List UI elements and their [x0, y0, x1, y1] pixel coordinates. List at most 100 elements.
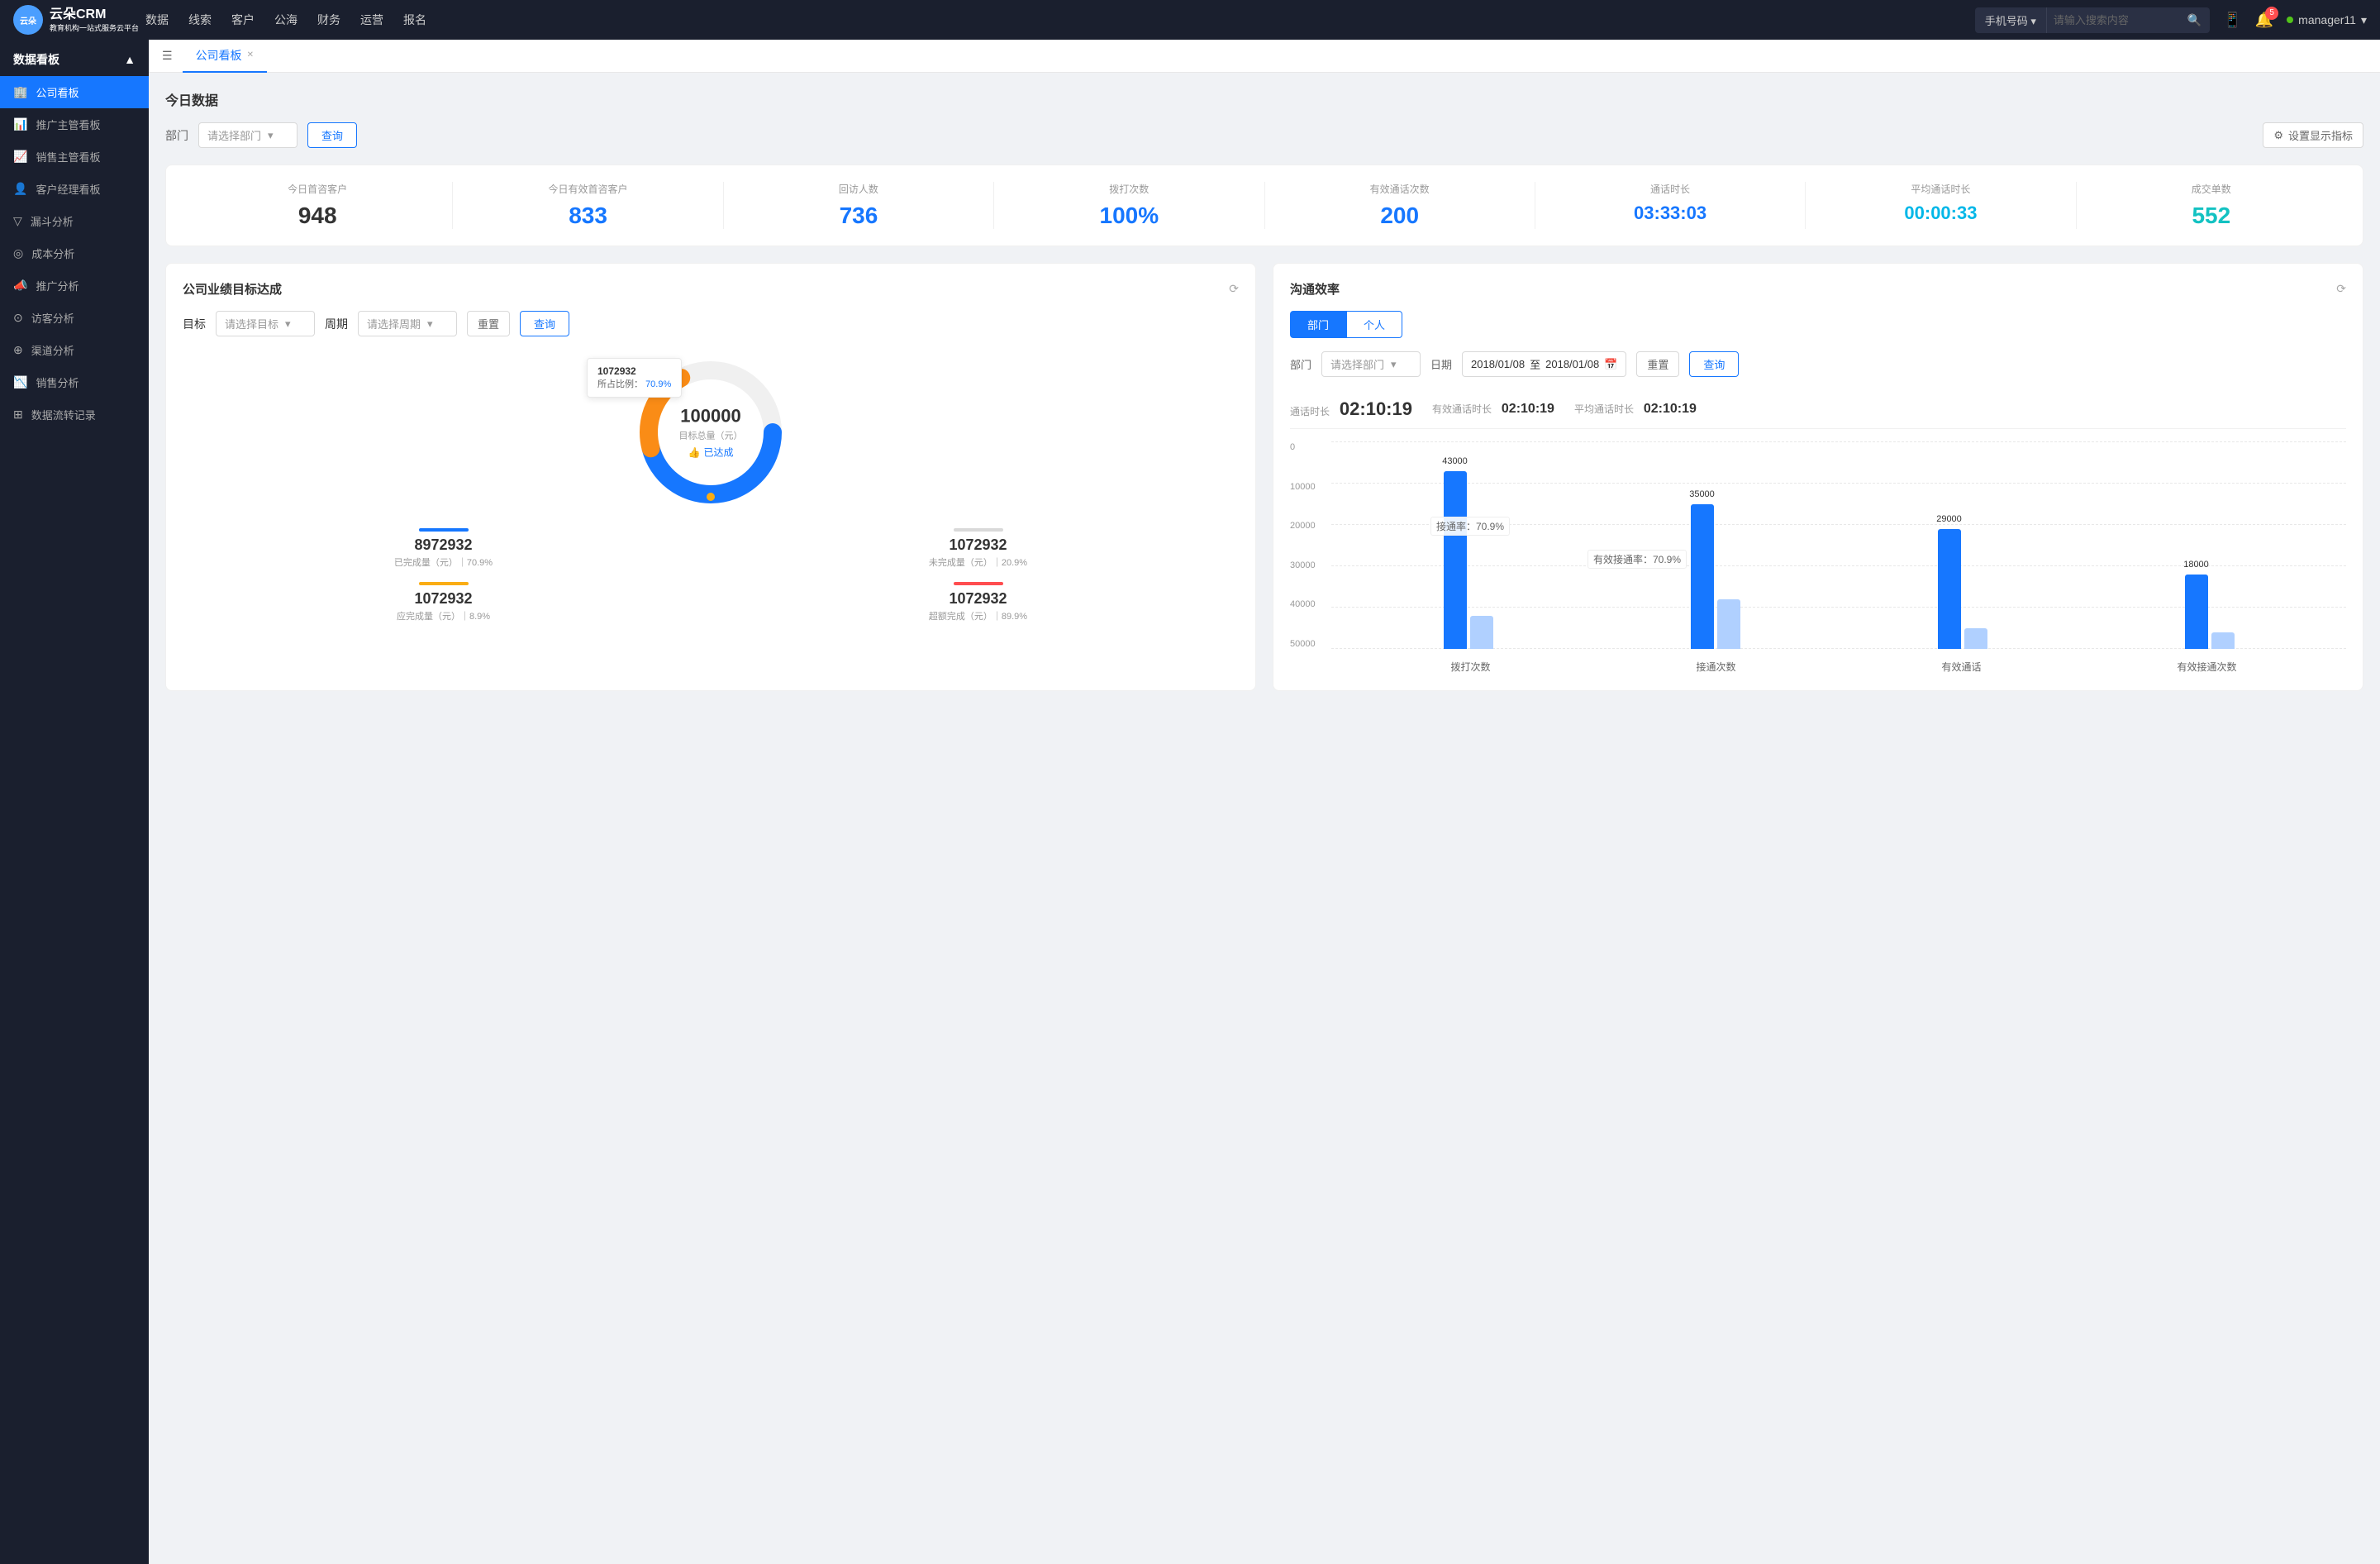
x-axis-labels: 拨打次数 接通次数 有效通话 有效接通次数	[1331, 660, 2346, 674]
eff-dept-select[interactable]: 请选择部门 ▾	[1321, 351, 1421, 377]
top-nav: 云朵 云朵CRM 教育机构一站式服务云平台 数据 线索 客户 公海 财务 运营 …	[0, 0, 2380, 40]
bar-chart: 50000 40000 30000 20000 10000 0	[1290, 442, 2346, 674]
bar-dial-sub	[1470, 616, 1493, 649]
nav-leads[interactable]: 线索	[188, 8, 212, 31]
stat-should-complete: 1072932 应完成量（元）｜8.9%	[183, 582, 704, 622]
nav-data[interactable]: 数据	[145, 8, 169, 31]
bottom-panels: 公司业绩目标达成 ⟳ 目标 请选择目标 ▾ 周期 请选择周期 ▾	[165, 263, 2363, 691]
bar-eff-connected-sub	[2211, 632, 2235, 649]
stat-incomplete: 1072932 未完成量（元）｜20.9%	[717, 528, 1239, 569]
logo-text: 云朵CRM 教育机构一站式服务云平台	[50, 7, 139, 33]
nav-signup[interactable]: 报名	[403, 8, 426, 31]
sidebar-item-promo-analysis[interactable]: 📣 推广分析	[0, 269, 149, 302]
annotation-connection-rate: 接通率：70.9%	[1430, 517, 1510, 536]
sidebar-item-data-flow[interactable]: ⊞ 数据流转记录	[0, 398, 149, 431]
target-reset-button[interactable]: 重置	[467, 311, 510, 336]
manager-board-icon: 👤	[13, 182, 27, 196]
layout: 数据看板 ▲ 🏢 公司看板 📊 推广主管看板 📈 销售主管看板 👤 客户经理看板…	[0, 40, 2380, 1564]
nav-ops[interactable]: 运营	[360, 8, 383, 31]
sidebar-item-visitor[interactable]: ⊙ 访客分析	[0, 302, 149, 334]
target-stats-grid: 8972932 已完成量（元）｜70.9% 1072932 未完成量（元）｜20…	[183, 528, 1239, 622]
nav-icons: 手机号码 ▾ 🔍 📱 🔔 5 manager11 ▾	[1975, 7, 2367, 33]
efficiency-panel-header: 沟通效率 ⟳	[1290, 280, 2346, 298]
device-icon[interactable]: 📱	[2223, 12, 2241, 29]
bar-dial-main: 43000	[1444, 471, 1467, 649]
sidebar-item-funnel[interactable]: ▽ 漏斗分析	[0, 205, 149, 237]
avg-call-stat: 平均通话时长 02:10:19	[1574, 402, 1697, 417]
cost-icon: ◎	[13, 246, 23, 260]
sidebar-item-company-board[interactable]: 🏢 公司看板	[0, 76, 149, 108]
tab-company-board[interactable]: 公司看板 ✕	[183, 40, 267, 73]
donut-chart-area: 1072932 所占比例： 70.9%	[183, 350, 1239, 515]
sidebar-item-sales-analysis[interactable]: 📉 销售分析	[0, 366, 149, 398]
stat-revisit: 回访人数 736	[724, 182, 994, 229]
dept-select[interactable]: 请选择部门 ▾	[198, 122, 298, 148]
bar-connected-sub	[1717, 599, 1740, 649]
nav-customer[interactable]: 客户	[231, 8, 255, 31]
user-info[interactable]: manager11 ▾	[2287, 13, 2367, 27]
target-panel-header: 公司业绩目标达成 ⟳	[183, 280, 1239, 298]
donut-achieved: 👍 已达成	[679, 446, 743, 460]
stat-effective-consult: 今日有效首咨客户 833	[453, 182, 723, 229]
target-filter: 目标 请选择目标 ▾ 周期 请选择周期 ▾ 重置 查询	[183, 311, 1239, 336]
date-range-input[interactable]: 2018/01/08 至 2018/01/08 📅	[1462, 351, 1626, 377]
stat-completed: 8972932 已完成量（元）｜70.9%	[183, 528, 704, 569]
bar-wrapper-effective: 29000	[1842, 442, 2082, 649]
search-button[interactable]: 🔍	[2179, 8, 2210, 32]
bar-wrapper-eff-connected: 18000	[2089, 442, 2330, 649]
sidebar-section-header[interactable]: 数据看板 ▲	[0, 40, 149, 76]
chart-content: 43000	[1331, 442, 2346, 674]
stats-row: 今日首咨客户 948 今日有效首咨客户 833 回访人数 736 拨打次数 10…	[165, 165, 2363, 246]
donut-tooltip: 1072932 所占比例： 70.9%	[587, 358, 682, 398]
nav-items: 数据 线索 客户 公海 财务 运营 报名	[145, 8, 1975, 31]
tab-dept[interactable]: 部门	[1290, 311, 1346, 338]
bar-wrapper-dial: 43000	[1348, 442, 1588, 649]
notification-icon[interactable]: 🔔 5	[2255, 12, 2273, 29]
sidebar: 数据看板 ▲ 🏢 公司看板 📊 推广主管看板 📈 销售主管看板 👤 客户经理看板…	[0, 40, 149, 1564]
search-input[interactable]	[2047, 9, 2179, 31]
search-type-selector[interactable]: 手机号码 ▾	[1975, 7, 2047, 33]
target-panel: 公司业绩目标达成 ⟳ 目标 请选择目标 ▾ 周期 请选择周期 ▾	[165, 263, 1256, 691]
annotation-eff-connection-rate: 有效接通率：70.9%	[1587, 550, 1687, 569]
stat-effective-calls: 有效通话次数 200	[1265, 182, 1535, 229]
today-query-button[interactable]: 查询	[307, 122, 357, 148]
target-query-button[interactable]: 查询	[520, 311, 569, 336]
data-flow-icon: ⊞	[13, 408, 23, 422]
should-complete-bar	[419, 582, 469, 585]
bar-group-dial: 43000	[1348, 442, 1588, 649]
efficiency-filter: 部门 请选择部门 ▾ 日期 2018/01/08 至 2018/01/08 📅	[1290, 351, 2346, 377]
sidebar-item-promo-board[interactable]: 📊 推广主管看板	[0, 108, 149, 141]
today-section-title: 今日数据	[165, 89, 2363, 109]
nav-public[interactable]: 公海	[274, 8, 298, 31]
settings-button[interactable]: ⚙ 设置显示指标	[2263, 122, 2363, 148]
sidebar-item-cost[interactable]: ◎ 成本分析	[0, 237, 149, 269]
sidebar-item-sales-board[interactable]: 📈 销售主管看板	[0, 141, 149, 173]
target-select[interactable]: 请选择目标 ▾	[216, 311, 315, 336]
company-board-icon: 🏢	[13, 85, 27, 99]
stat-dial-count: 拨打次数 100%	[994, 182, 1264, 229]
efficiency-refresh-icon[interactable]: ⟳	[2336, 282, 2346, 296]
call-stats: 通话时长 02:10:19 有效通话时长 02:10:19 平均通话时长 02:…	[1290, 390, 2346, 429]
stat-over-complete: 1072932 超额完成（元）｜89.9%	[717, 582, 1239, 622]
sidebar-item-manager-board[interactable]: 👤 客户经理看板	[0, 173, 149, 205]
channel-icon: ⊕	[13, 343, 23, 357]
tab-individual[interactable]: 个人	[1346, 311, 1402, 338]
sales-board-icon: 📈	[13, 150, 27, 164]
efficiency-tabs: 部门 个人	[1290, 311, 2346, 338]
tab-close-icon[interactable]: ✕	[247, 50, 254, 60]
y-axis-labels: 50000 40000 30000 20000 10000 0	[1290, 442, 1327, 649]
stat-avg-duration: 平均通话时长 00:00:33	[1806, 182, 2076, 229]
eff-reset-button[interactable]: 重置	[1636, 351, 1679, 377]
donut-center: 100000 目标总量（元） 👍 已达成	[679, 406, 743, 460]
stat-call-duration: 通话时长 03:33:03	[1535, 182, 1806, 229]
hamburger-menu[interactable]: ☰	[162, 49, 173, 63]
nav-finance[interactable]: 财务	[317, 8, 340, 31]
logo: 云朵 云朵CRM 教育机构一站式服务云平台	[13, 5, 145, 35]
sidebar-item-channel[interactable]: ⊕ 渠道分析	[0, 334, 149, 366]
stat-deals: 成交单数 552	[2077, 182, 2346, 229]
search-bar: 手机号码 ▾ 🔍	[1975, 7, 2211, 33]
period-select[interactable]: 请选择周期 ▾	[358, 311, 457, 336]
calendar-icon: 📅	[1604, 358, 1617, 371]
eff-query-button[interactable]: 查询	[1689, 351, 1739, 377]
target-refresh-icon[interactable]: ⟳	[1229, 282, 1239, 296]
